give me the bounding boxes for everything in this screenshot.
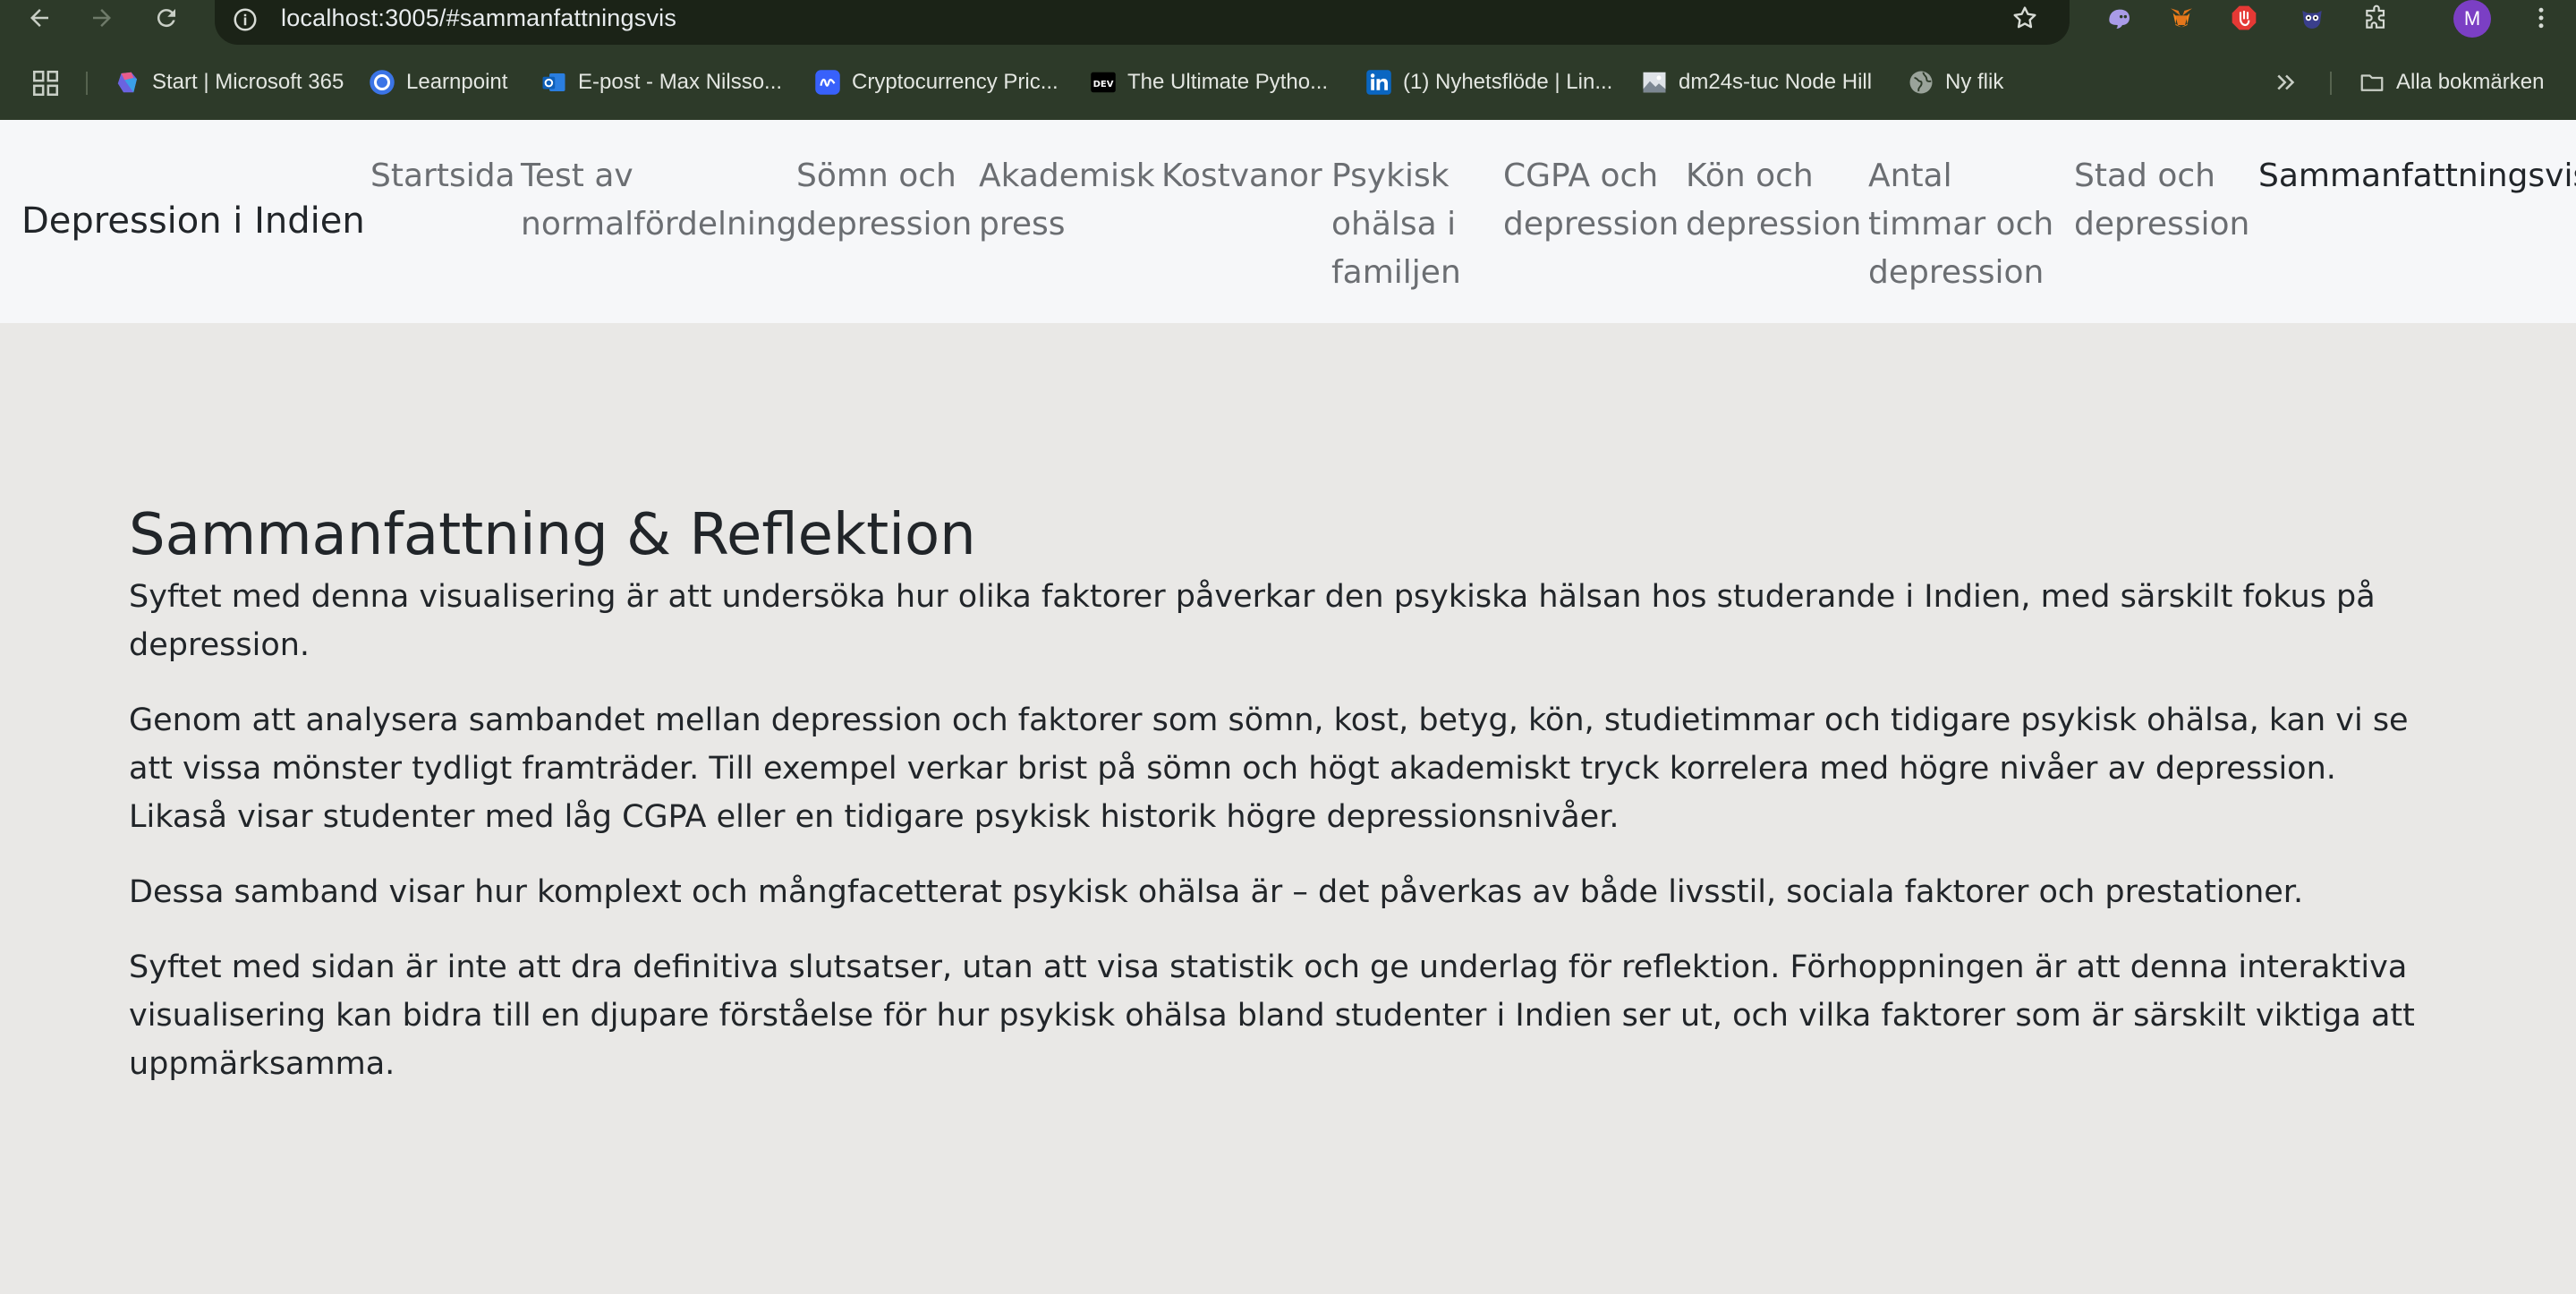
browser-menu-icon[interactable]: [2523, 0, 2559, 36]
address-bar[interactable]: localhost:3005/#sammanfattningsvis: [215, 0, 2070, 45]
coinmarketcap-icon: [814, 69, 841, 96]
nav-link-somn-och-depression[interactable]: Sömn och depression: [796, 152, 975, 249]
bookmarks-divider: [2330, 72, 2332, 95]
folder-icon: [2359, 69, 2385, 96]
bookmark-item[interactable]: dm24s-tuc Node Hill: [1641, 64, 1872, 100]
reload-button[interactable]: [149, 0, 184, 36]
more-bookmarks-button[interactable]: [2273, 64, 2300, 100]
nav-link-sammanfattningsvis[interactable]: Sammanfattningsvis: [2258, 152, 2576, 200]
nav-link-stad-och-depression[interactable]: Stad och depression: [2074, 152, 2253, 249]
bookmarks-divider: [86, 72, 88, 95]
forward-arrow-icon: [93, 9, 111, 27]
nav-link-psykisk-ohalsa-i-familjen[interactable]: Psykisk ohälsa i familjen: [1331, 152, 1492, 297]
nav-link-cgpa-och-depression[interactable]: CGPA och depression: [1503, 152, 1682, 249]
linkedin-icon: [1365, 69, 1392, 96]
bookmark-item[interactable]: Learnpoint: [369, 64, 507, 100]
summary-section: Sammanfattning & Reflektion Syftet med d…: [129, 498, 2419, 1115]
site-navbar: Depression i Indien Startsida Test av no…: [0, 120, 2576, 323]
paragraph-conclusion: Syftet med sidan är inte att dra definit…: [129, 949, 2415, 1082]
svg-text:DEV: DEV: [1093, 80, 1114, 89]
nav-link-akademisk-press[interactable]: Akademisk press: [979, 152, 1158, 249]
outlook-icon: [540, 69, 567, 96]
ghost-extension-icon[interactable]: [2099, 0, 2138, 36]
extensions-puzzle-icon[interactable]: [2357, 0, 2396, 36]
back-button[interactable]: [21, 0, 57, 36]
owl-extension-icon[interactable]: [2292, 0, 2332, 36]
bookmarks-bar: Start | Microsoft 365 Learnpoint E-post …: [0, 64, 2576, 100]
paragraph-purpose: Syftet med denna visualisering är att un…: [129, 579, 2376, 663]
paragraph-complexity: Dessa samband visar hur komplext och mån…: [129, 874, 2304, 910]
bookmark-star-icon[interactable]: [2007, 0, 2043, 36]
nav-link-kostvanor[interactable]: Kostvanor: [1161, 152, 1331, 200]
bookmark-item[interactable]: (1) Nyhetsflöde | Lin...: [1365, 64, 1612, 100]
browser-toolbar: localhost:3005/#sammanfattningsvis M: [0, 0, 2576, 45]
forward-button[interactable]: [84, 0, 120, 36]
profile-avatar[interactable]: M: [2453, 0, 2491, 38]
dev-icon: DEV: [1090, 69, 1117, 96]
paragraph-analysis: Genom att analysera sambandet mellan dep…: [129, 702, 2409, 835]
all-bookmarks-button[interactable]: Alla bokmärken: [2359, 64, 2544, 100]
nav-link-antal-timmar-och-depression[interactable]: Antal timmar och depression: [1868, 152, 2070, 297]
nav-link-kon-och-depression[interactable]: Kön och depression: [1686, 152, 1865, 249]
image-icon: [1641, 69, 1668, 96]
nav-link-test-av-normalfordelning[interactable]: Test av normalfördelning: [521, 152, 797, 249]
bookmark-item[interactable]: Start | Microsoft 365: [115, 64, 344, 100]
metamask-extension-icon[interactable]: [2162, 0, 2201, 36]
learnpoint-icon: [369, 69, 395, 96]
navbar-brand[interactable]: Depression i Indien: [21, 200, 365, 242]
bookmark-item[interactable]: Cryptocurrency Pric...: [814, 64, 1058, 100]
page-title: Sammanfattning & Reflektion: [129, 502, 976, 568]
chevron-double-right-icon: [2277, 74, 2295, 90]
back-arrow-icon: [30, 9, 48, 27]
url-text[interactable]: localhost:3005/#sammanfattningsvis: [281, 0, 676, 36]
reload-icon: [157, 9, 175, 28]
adblock-extension-icon[interactable]: [2224, 0, 2264, 36]
bookmark-item[interactable]: E-post - Max Nilsso...: [540, 64, 782, 100]
browser-chrome: localhost:3005/#sammanfattningsvis M Sta…: [0, 0, 2576, 120]
bookmark-item[interactable]: Ny flik: [1908, 64, 2003, 100]
microsoft365-icon: [115, 69, 141, 96]
globe-icon: [1908, 69, 1934, 96]
bookmark-item[interactable]: DEV The Ultimate Pytho...: [1090, 64, 1328, 100]
apps-grid-icon[interactable]: [30, 68, 61, 98]
site-info-icon[interactable]: [227, 2, 263, 38]
